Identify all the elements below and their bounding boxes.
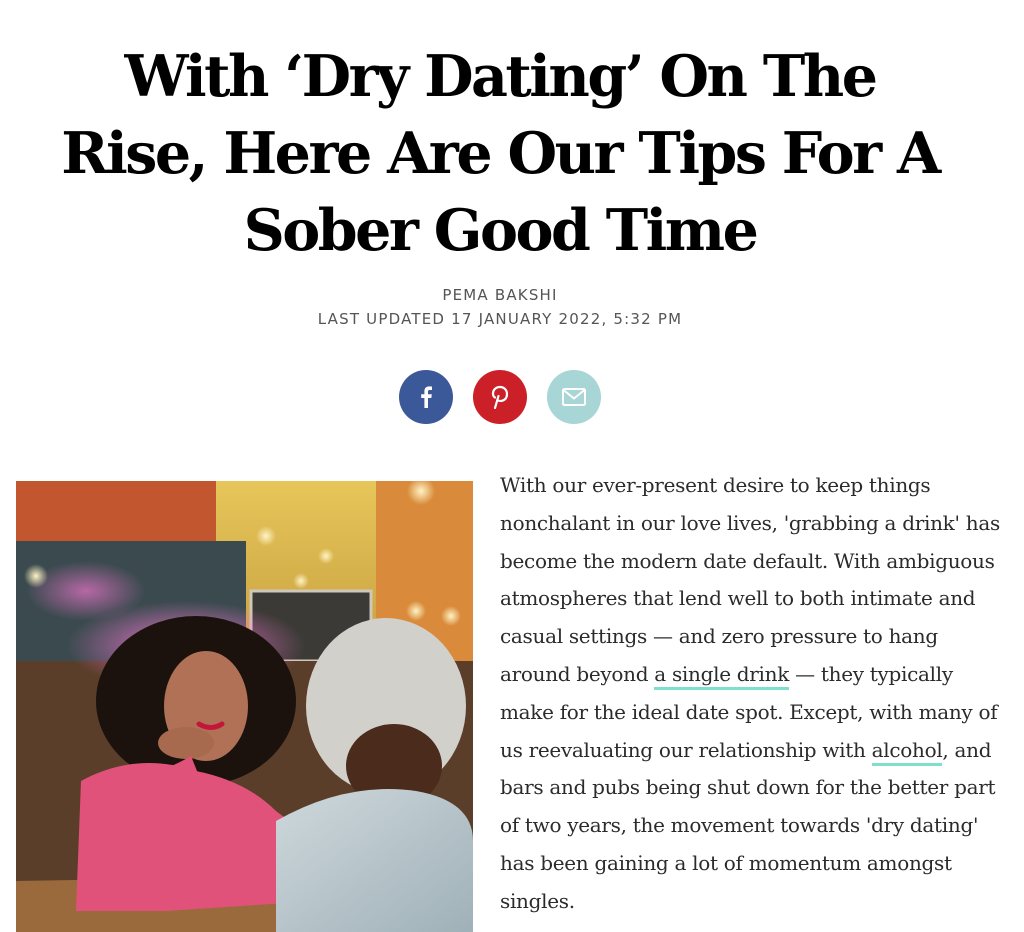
article-paragraph: With our ever-present desire to keep thi… [500, 467, 1000, 921]
facebook-share-button[interactable] [399, 370, 453, 424]
body-text-part1: With our ever-present desire to keep thi… [500, 473, 1000, 686]
author-name[interactable]: PEMA BAKSHI [0, 286, 1000, 304]
article-headline: With ‘Dry Dating’ On The Rise, Here Are … [61, 43, 941, 264]
article-body: With our ever-present desire to keep thi… [500, 467, 1000, 921]
alcohol-link[interactable]: alcohol [871, 737, 943, 766]
email-share-button[interactable] [547, 370, 601, 424]
facebook-icon [419, 386, 433, 408]
email-icon [562, 388, 586, 406]
share-buttons [399, 370, 601, 424]
article-photo [16, 481, 473, 932]
pinterest-share-button[interactable] [473, 370, 527, 424]
last-updated: LAST UPDATED 17 JANUARY 2022, 5:32 PM [317, 310, 683, 328]
pinterest-icon [490, 385, 510, 409]
single-drink-link[interactable]: a single drink [654, 661, 789, 690]
